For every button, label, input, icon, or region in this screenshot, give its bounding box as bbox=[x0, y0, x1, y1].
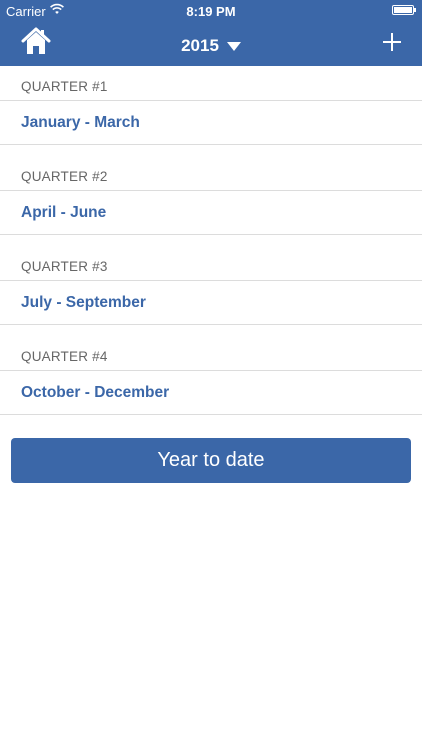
quarter-list: QUARTER #1 January - March QUARTER #2 Ap… bbox=[0, 66, 422, 415]
year-label: 2015 bbox=[181, 36, 219, 55]
quarter-2-header: QUARTER #2 bbox=[0, 156, 422, 191]
quarter-2-row[interactable]: April - June bbox=[0, 191, 422, 235]
quarter-3-header: QUARTER #3 bbox=[0, 246, 422, 281]
quarter-4-row[interactable]: October - December bbox=[0, 371, 422, 415]
top-bar: Carrier 8:19 PM 2015 bbox=[0, 0, 422, 66]
caret-down-icon bbox=[226, 42, 241, 52]
status-time: 8:19 PM bbox=[186, 4, 236, 19]
quarter-1-header: QUARTER #1 bbox=[0, 66, 422, 101]
quarter-1-row[interactable]: January - March bbox=[0, 101, 422, 145]
nav-bar: 2015 bbox=[0, 22, 422, 66]
battery-icon bbox=[392, 5, 416, 15]
quarter-4-header: QUARTER #4 bbox=[0, 336, 422, 371]
status-bar: Carrier 8:19 PM bbox=[0, 0, 422, 22]
quarter-3-row[interactable]: July - September bbox=[0, 281, 422, 325]
year-selector[interactable]: 2015 bbox=[0, 36, 422, 56]
year-to-date-button[interactable]: Year to date bbox=[11, 438, 411, 483]
plus-icon[interactable] bbox=[382, 32, 402, 52]
